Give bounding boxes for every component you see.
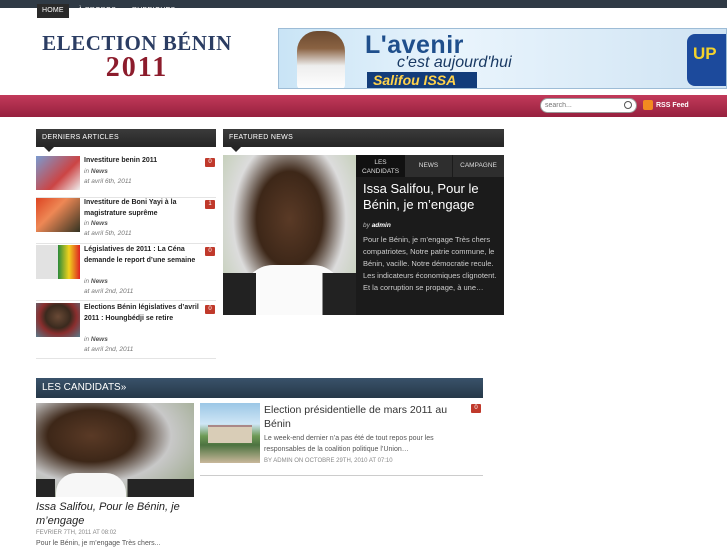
- list-item[interactable]: Investiture de Boni Yayi à la magistratu…: [36, 197, 216, 244]
- party-logo-icon: UP: [687, 34, 726, 86]
- article-thumbnail[interactable]: [36, 303, 80, 337]
- article-date: at avril 5th, 2011: [84, 230, 132, 237]
- featured-slider: LES CANDIDATS NEWS CAMPAGNE Issa Salifou…: [223, 155, 504, 315]
- logo-year: 2011: [105, 52, 169, 83]
- candidate-big-excerpt: Pour le Bénin, je m’engage Très chers...: [36, 540, 161, 547]
- featured-photo[interactable]: [223, 155, 356, 315]
- sidebar-heading: DERNIERS ARTICLES: [36, 129, 216, 152]
- search-icon[interactable]: [624, 101, 632, 109]
- photo-jacket: [223, 273, 356, 315]
- comment-count-badge[interactable]: 0: [471, 404, 481, 413]
- list-item[interactable]: Investiture benin 2011 in News at avril …: [36, 156, 216, 198]
- rss-icon: [643, 100, 653, 111]
- comment-count-badge[interactable]: 0: [205, 247, 215, 256]
- logo-title: ELECTION BÉNIN: [42, 31, 232, 55]
- party-label: UP: [693, 44, 717, 63]
- featured-heading: FEATURED NEWS: [223, 129, 504, 152]
- candidate-item-excerpt: Le week-end dernier n’a pas été de tout …: [264, 435, 434, 453]
- comment-count-badge[interactable]: 0: [205, 158, 215, 167]
- candidate-item-title[interactable]: Election présidentielle de mars 2011 au …: [264, 403, 464, 431]
- featured-tabs: LES CANDIDATS NEWS CAMPAGNE: [356, 155, 504, 177]
- nav-rubriques[interactable]: RUBRIQUES: [127, 4, 180, 18]
- featured-excerpt: Pour le Bénin, je m’engage Très chers co…: [363, 235, 497, 292]
- article-date: at avril 2nd, 2011: [84, 288, 134, 295]
- banner-subline: c'est aujourd'hui: [397, 54, 512, 71]
- comment-count-badge[interactable]: 1: [205, 200, 215, 209]
- nav-home[interactable]: HOME: [37, 4, 69, 18]
- candidate-big-photo[interactable]: [36, 403, 194, 497]
- article-title[interactable]: Investiture benin 2011: [84, 156, 202, 167]
- article-category: in News: [84, 278, 108, 285]
- list-item[interactable]: Elections Bénin législatives d’avril 201…: [36, 303, 216, 359]
- candidate-item-thumbnail[interactable]: [200, 403, 260, 463]
- nav-a-propos[interactable]: À PROPOS: [73, 4, 121, 18]
- featured-author[interactable]: admin: [372, 222, 391, 229]
- candidate-photo: [297, 31, 345, 88]
- article-category: in News: [84, 168, 108, 175]
- tab-campagne[interactable]: CAMPAGNE: [453, 155, 504, 177]
- tab-les-candidats[interactable]: LES CANDIDATS: [356, 155, 405, 177]
- article-date: at avril 2nd, 2011: [84, 346, 134, 353]
- list-item[interactable]: Législatives de 2011 : La Céna demande l…: [36, 245, 216, 301]
- tab-news[interactable]: NEWS: [405, 155, 452, 177]
- rss-link[interactable]: RSS Feed: [643, 99, 689, 112]
- building-shape: [208, 425, 252, 443]
- search-box: [540, 98, 637, 113]
- article-thumbnail[interactable]: [36, 198, 80, 232]
- article-date: at avril 6th, 2011: [84, 178, 132, 185]
- candidate-big-title[interactable]: Issa Salifou, Pour le Bénin, je m’engage: [36, 500, 196, 528]
- featured-byline: by admin: [363, 222, 391, 229]
- article-title[interactable]: Investiture de Boni Yayi à la magistratu…: [84, 198, 202, 219]
- article-title[interactable]: Législatives de 2011 : La Céna demande l…: [84, 245, 202, 266]
- banner-name: Salifou ISSA: [367, 72, 477, 88]
- site-logo[interactable]: ELECTION BÉNIN 2011: [42, 32, 232, 82]
- candidate-item-byline: BY ADMIN ON OCTOBRE 29TH, 2010 AT 07:10: [264, 458, 393, 464]
- photo-jacket: [36, 479, 194, 497]
- article-thumbnail[interactable]: [36, 156, 80, 190]
- article-thumbnail[interactable]: [36, 245, 80, 279]
- divider: [200, 475, 483, 476]
- article-title[interactable]: Elections Bénin législatives d’avril 201…: [84, 303, 202, 324]
- article-category: in News: [84, 336, 108, 343]
- rss-label: RSS Feed: [656, 102, 689, 109]
- article-category: in News: [84, 220, 108, 227]
- candidats-heading[interactable]: LES CANDIDATS»: [36, 378, 483, 398]
- campaign-banner[interactable]: L'avenir c'est aujourd'hui Salifou ISSA …: [278, 28, 727, 89]
- featured-title[interactable]: Issa Salifou, Pour le Bénin, je m’engage: [363, 181, 499, 213]
- candidate-big-date: FEVRIER 7TH, 2011 AT 08:02: [36, 530, 117, 536]
- search-input[interactable]: [545, 100, 621, 111]
- comment-count-badge[interactable]: 0: [205, 305, 215, 314]
